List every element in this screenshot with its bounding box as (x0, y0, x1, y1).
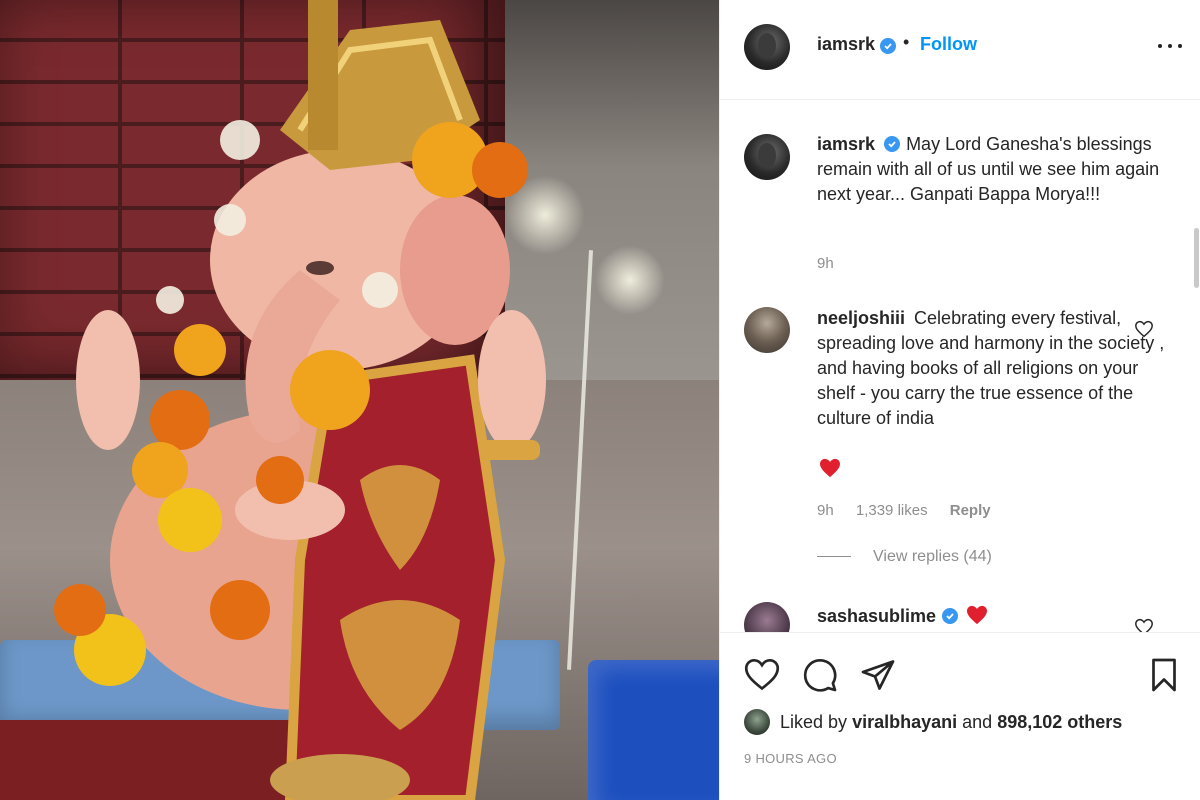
liked-by-count[interactable]: 898,102 others (997, 712, 1122, 732)
red-heart-emoji (967, 605, 988, 625)
verified-badge-icon (884, 136, 901, 152)
comment-text: sashasublime (817, 604, 1169, 629)
separator-dot: • (903, 32, 910, 52)
caption-meta: 9h (817, 255, 852, 272)
post-header: iamsrk • Follow (720, 0, 1200, 100)
follow-button[interactable]: Follow (920, 34, 977, 55)
comment-likes[interactable]: 1,339 likes (856, 502, 928, 519)
comment-username[interactable]: neeljoshiii (817, 308, 905, 328)
liked-by-avatar[interactable] (744, 709, 770, 735)
verified-badge-icon (880, 38, 896, 54)
comment-text: neeljoshiii Celebrating every festival, … (817, 306, 1169, 431)
comment-avatar[interactable] (744, 307, 790, 353)
liked-by-and: and (962, 712, 993, 732)
like-heart-icon[interactable] (744, 657, 780, 693)
comment-bubble-icon[interactable] (802, 657, 838, 693)
post-timestamp[interactable]: 9 HOURS AGO (744, 751, 837, 766)
replies-line (817, 556, 851, 558)
post-photo[interactable] (0, 0, 719, 800)
red-heart-emoji (820, 458, 840, 478)
post-actions: Liked by viralbhayani and 898,102 others… (720, 632, 1200, 800)
caption-text: iamsrk May Lord Ganesha's blessings rema… (817, 132, 1169, 207)
liked-by: Liked by viralbhayani and 898,102 others (744, 709, 1122, 735)
left-hand (76, 310, 140, 450)
more-options-icon[interactable] (1156, 34, 1184, 58)
right-hand (478, 310, 546, 450)
reply-button[interactable]: Reply (950, 502, 991, 519)
comment-username[interactable]: sashasublime (817, 606, 936, 626)
comment-avatar[interactable] (744, 602, 790, 632)
share-paper-plane-icon[interactable] (860, 657, 896, 693)
save-bookmark-icon[interactable] (1146, 657, 1182, 693)
like-comment-heart-icon[interactable] (1134, 320, 1154, 338)
comment-meta: 9h 1,339 likes Reply (817, 502, 1009, 519)
post-side-panel: iamsrk • Follow iamsrk May Lord Ganesha'… (719, 0, 1200, 800)
view-replies-label: View replies (44) (873, 548, 992, 565)
caption-username[interactable]: iamsrk (817, 134, 875, 154)
profile-avatar[interactable] (744, 24, 790, 70)
caption-time[interactable]: 9h (817, 255, 834, 272)
view-replies-button[interactable]: View replies (44) (817, 548, 992, 566)
comment-time[interactable]: 9h (817, 502, 834, 519)
ganesha-idol-illustration (54, 0, 546, 800)
liked-by-user[interactable]: viralbhayani (852, 712, 957, 732)
header-username[interactable]: iamsrk (817, 34, 875, 55)
comments-list[interactable]: iamsrk May Lord Ganesha's blessings rema… (720, 100, 1200, 632)
liked-by-prefix: Liked by (780, 712, 848, 732)
caption-avatar[interactable] (744, 134, 790, 180)
comments-scrollbar[interactable] (1194, 228, 1199, 288)
verified-badge-icon (942, 608, 959, 624)
like-comment-heart-icon[interactable] (1134, 618, 1154, 632)
